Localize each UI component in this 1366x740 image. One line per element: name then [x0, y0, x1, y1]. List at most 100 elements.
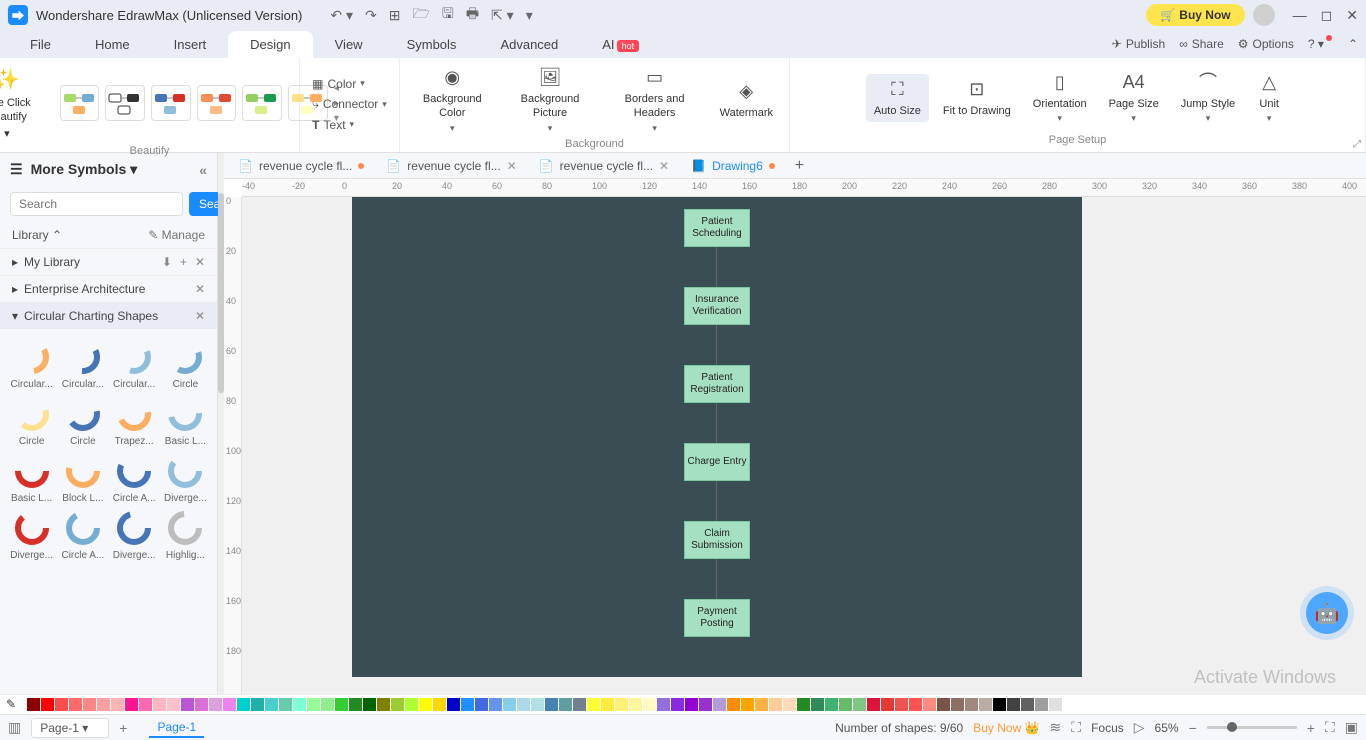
- color-swatch[interactable]: [559, 698, 572, 711]
- auto-size-button[interactable]: ⛶Auto Size: [866, 74, 929, 122]
- shape-item[interactable]: Circular...: [8, 337, 55, 390]
- page-size-button[interactable]: A4Page Size ▾: [1101, 67, 1167, 129]
- color-picker-icon[interactable]: ✎: [6, 697, 22, 713]
- shape-item[interactable]: Highlig...: [162, 508, 209, 561]
- flow-node[interactable]: Claim Submission: [684, 521, 750, 559]
- focus-label[interactable]: Focus: [1091, 721, 1124, 735]
- color-swatch[interactable]: [293, 698, 306, 711]
- shape-item[interactable]: Trapez...: [111, 394, 158, 447]
- theme-1[interactable]: [60, 85, 100, 121]
- color-swatch[interactable]: [797, 698, 810, 711]
- presentation-icon[interactable]: ▷: [1134, 719, 1145, 736]
- color-swatch[interactable]: [685, 698, 698, 711]
- search-input[interactable]: [10, 192, 183, 216]
- fit-drawing-button[interactable]: ⊡Fit to Drawing: [935, 74, 1019, 122]
- add-icon[interactable]: +: [180, 255, 187, 269]
- color-swatch[interactable]: [251, 698, 264, 711]
- color-swatch[interactable]: [475, 698, 488, 711]
- shape-item[interactable]: Circular...: [59, 337, 106, 390]
- share-button[interactable]: ∞ Share: [1179, 37, 1224, 51]
- color-swatch[interactable]: [979, 698, 992, 711]
- color-swatch[interactable]: [335, 698, 348, 711]
- orientation-button[interactable]: ▯Orientation ▾: [1025, 67, 1095, 129]
- remove-circular-icon[interactable]: ✕: [195, 309, 205, 323]
- pages-icon[interactable]: ▥: [8, 719, 21, 736]
- color-swatch[interactable]: [489, 698, 502, 711]
- color-swatch[interactable]: [209, 698, 222, 711]
- color-swatch[interactable]: [307, 698, 320, 711]
- color-swatch[interactable]: [419, 698, 432, 711]
- color-swatch[interactable]: [447, 698, 460, 711]
- color-swatch[interactable]: [923, 698, 936, 711]
- collapse-sidebar-icon[interactable]: «: [199, 162, 207, 178]
- circular-section[interactable]: ▾ Circular Charting Shapes ✕: [0, 302, 217, 329]
- page-tab[interactable]: Page-1: [149, 718, 204, 738]
- color-swatch[interactable]: [237, 698, 250, 711]
- add-page-icon[interactable]: +: [119, 720, 127, 736]
- menu-file[interactable]: File: [8, 31, 73, 58]
- flow-node[interactable]: Patient Registration: [684, 365, 750, 403]
- color-swatch[interactable]: [433, 698, 446, 711]
- open-icon[interactable]: 🗁: [413, 3, 430, 27]
- theme-3[interactable]: [151, 85, 191, 121]
- flow-node[interactable]: Charge Entry: [684, 443, 750, 481]
- color-swatch[interactable]: [601, 698, 614, 711]
- close-tab-2-icon[interactable]: ✕: [507, 159, 517, 173]
- buy-now-button[interactable]: 🛒 Buy Now: [1146, 4, 1244, 26]
- user-avatar[interactable]: [1253, 4, 1275, 26]
- help-button[interactable]: ? ▾: [1308, 37, 1334, 51]
- connector-button[interactable]: ⤷ Connector ▾: [308, 95, 391, 114]
- one-click-beautify-button[interactable]: ✨ One Click Beautify ▾: [0, 62, 54, 145]
- color-swatch[interactable]: [97, 698, 110, 711]
- shape-item[interactable]: Circle: [162, 337, 209, 390]
- color-swatch[interactable]: [83, 698, 96, 711]
- color-swatch[interactable]: [517, 698, 530, 711]
- maximize-icon[interactable]: ◻: [1321, 7, 1333, 24]
- buy-now-link[interactable]: Buy Now 👑: [973, 721, 1039, 735]
- menu-insert[interactable]: Insert: [152, 31, 229, 58]
- canvas-viewport[interactable]: Patient SchedulingInsurance Verification…: [242, 197, 1366, 694]
- shape-item[interactable]: Diverge...: [8, 508, 55, 561]
- color-swatch[interactable]: [223, 698, 236, 711]
- color-swatch[interactable]: [881, 698, 894, 711]
- fullscreen-icon[interactable]: ▣: [1345, 719, 1358, 736]
- color-swatch[interactable]: [951, 698, 964, 711]
- color-swatch[interactable]: [265, 698, 278, 711]
- minimize-icon[interactable]: —: [1293, 7, 1307, 24]
- doc-tab-2[interactable]: 📄 revenue cycle fl... ✕: [376, 155, 526, 177]
- watermark-button[interactable]: ◈Watermark: [712, 76, 781, 124]
- close-tab-3-icon[interactable]: ✕: [659, 159, 669, 173]
- menu-advanced[interactable]: Advanced: [478, 31, 580, 58]
- color-swatch[interactable]: [643, 698, 656, 711]
- manage-button[interactable]: ✎ Manage: [148, 228, 205, 242]
- color-swatch[interactable]: [629, 698, 642, 711]
- options-button[interactable]: ⚙ Options: [1238, 37, 1294, 51]
- export-icon[interactable]: ⇱ ▾: [491, 7, 514, 24]
- redo-icon[interactable]: ↷: [365, 7, 377, 24]
- undo-icon[interactable]: ↶ ▾: [330, 7, 353, 24]
- color-swatch[interactable]: [41, 698, 54, 711]
- color-swatch[interactable]: [503, 698, 516, 711]
- flow-node[interactable]: Insurance Verification: [684, 287, 750, 325]
- color-swatch[interactable]: [545, 698, 558, 711]
- add-tab-button[interactable]: +: [787, 157, 812, 175]
- color-swatch[interactable]: [461, 698, 474, 711]
- chat-assistant-button[interactable]: 🤖: [1306, 592, 1348, 634]
- color-swatch[interactable]: [965, 698, 978, 711]
- shape-item[interactable]: Circle: [8, 394, 55, 447]
- save-icon[interactable]: 🖫: [442, 3, 454, 27]
- color-swatch[interactable]: [321, 698, 334, 711]
- shape-item[interactable]: Basic L...: [162, 394, 209, 447]
- color-swatch[interactable]: [139, 698, 152, 711]
- color-swatch[interactable]: [895, 698, 908, 711]
- focus-icon[interactable]: ⛶: [1071, 719, 1081, 736]
- color-swatch[interactable]: [825, 698, 838, 711]
- shape-item[interactable]: Block L...: [59, 451, 106, 504]
- shape-item[interactable]: Circular...: [111, 337, 158, 390]
- color-swatch[interactable]: [27, 698, 40, 711]
- new-icon[interactable]: ⊞: [389, 7, 401, 24]
- close-icon[interactable]: ✕: [1346, 7, 1358, 24]
- color-swatch[interactable]: [377, 698, 390, 711]
- color-swatch[interactable]: [111, 698, 124, 711]
- color-swatch[interactable]: [531, 698, 544, 711]
